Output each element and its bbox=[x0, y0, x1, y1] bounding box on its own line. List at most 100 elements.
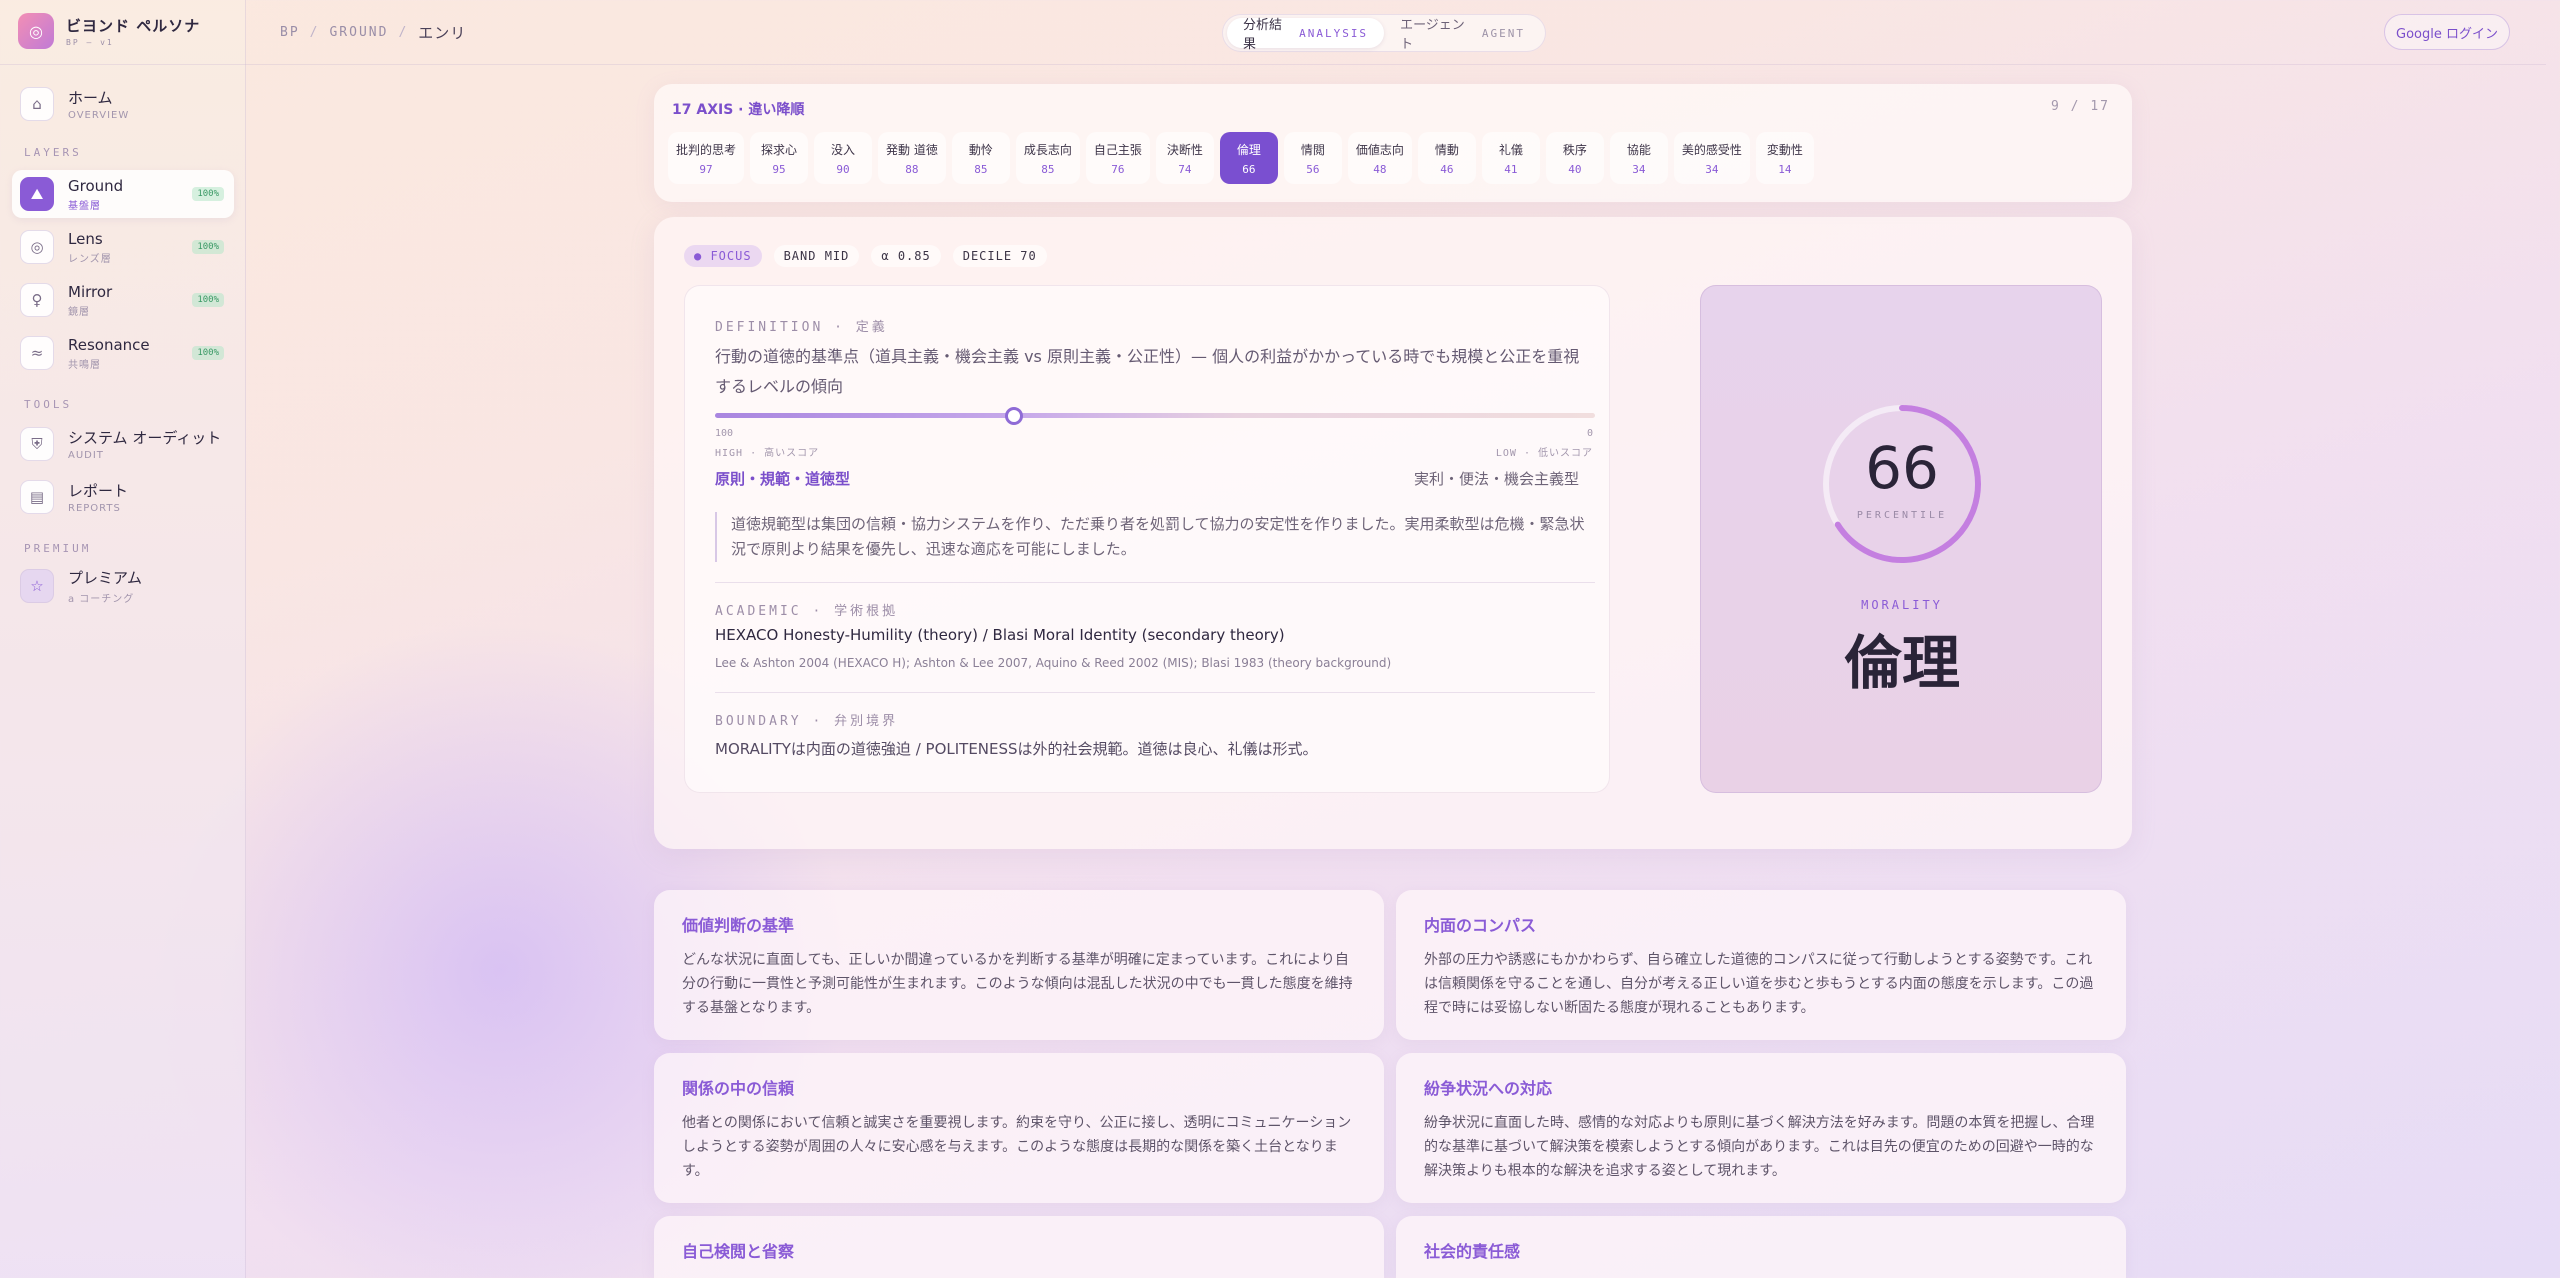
sidebar-item-lens[interactable]: ◎ Lens レンズ層 100% bbox=[12, 223, 234, 271]
academic-references: Lee & Ashton 2004 (HEXACO H); Ashton & L… bbox=[715, 656, 1392, 670]
axis-chip-label: 価値志向 bbox=[1355, 142, 1404, 157]
trait-card-title: 自己検閲と省察 bbox=[682, 1242, 795, 1261]
axis-chip-value: 34 bbox=[1632, 162, 1646, 176]
axis-chip[interactable]: 価値志向 48 bbox=[1347, 132, 1412, 184]
sidebar-item-premium[interactable]: ☆ プレミアム a コーチング bbox=[12, 562, 234, 610]
breadcrumb: BP / GROUND / エンリ bbox=[280, 22, 466, 43]
progress-badge: 100% bbox=[192, 187, 224, 201]
lens-icon: ◎ bbox=[20, 230, 54, 264]
trait-card: 内面のコンパス 外部の圧力や誘惑にもかかわらず、自ら確立した道徳的コンパスに従っ… bbox=[1396, 890, 2126, 1040]
axis-chip[interactable]: 探求心 95 bbox=[750, 132, 809, 184]
axis-chip[interactable]: 情閲 56 bbox=[1283, 132, 1342, 184]
sidebar-item-audit[interactable]: ⛨ システム オーディット AUDIT bbox=[12, 420, 234, 468]
boundary-label: BOUNDARY · 弁別境界 bbox=[715, 714, 899, 729]
target-icon: ◎ bbox=[18, 13, 54, 49]
document-icon: ▤ bbox=[20, 480, 54, 514]
axis-panel: 17 AXIS · 違い降順 9 / 17 批判的思考 97 探求心 95 没入 90 発動… bbox=[654, 84, 2132, 202]
ground-icon: ⛰ bbox=[20, 177, 54, 211]
tab-agent[interactable]: エージェント AGENT bbox=[1384, 18, 1541, 52]
axis-chip-value: 88 bbox=[905, 162, 919, 176]
low-label: LOW · 低いスコア bbox=[1495, 448, 1593, 459]
trait-card: 自己検閲と省察 bbox=[654, 1216, 1384, 1278]
sidebar-item-label: プレミアム bbox=[68, 569, 142, 587]
axis-chip[interactable]: 発動 道徳 88 bbox=[878, 132, 946, 184]
sidebar-item-label: Ground bbox=[68, 176, 124, 195]
axis-list: 批判的思考 97 探求心 95 没入 90 発動 道徳 88 動怜 85 成長志向 85 自己主張 76 決… bbox=[668, 132, 1814, 184]
sidebar-item-label: ホーム bbox=[68, 89, 113, 107]
sidebar-item-sublabel: レンズ層 bbox=[68, 253, 112, 265]
decile-tag: DECILE 70 bbox=[952, 245, 1047, 267]
academic-theory: HEXACO Honesty-Humility (theory) / Blasi… bbox=[715, 626, 1285, 644]
axis-chip-value: 74 bbox=[1178, 162, 1192, 176]
axis-chip[interactable]: 批判的思考 97 bbox=[668, 132, 745, 184]
trait-card-title: 内面のコンパス bbox=[1424, 916, 1537, 935]
axis-chip-label: 情閲 bbox=[1300, 142, 1325, 157]
sidebar: ◎ ビヨンド ペルソナ BP — v1 ⌂ ホーム OVERVIEW LAYER… bbox=[0, 0, 246, 1278]
score-card: 66 PERCENTILE MORALITY 倫理 bbox=[1700, 285, 2102, 793]
breadcrumb-layer[interactable]: GROUND bbox=[329, 25, 388, 40]
axis-chip-value: 14 bbox=[1778, 162, 1792, 176]
tab-label-en: ANALYSIS bbox=[1299, 26, 1369, 40]
brand-name: ビヨンド ペルソナ bbox=[66, 17, 201, 35]
mirror-icon: ♀ bbox=[20, 283, 54, 317]
axis-chip[interactable]: 成長志向 85 bbox=[1015, 132, 1080, 184]
axis-chip-value: 56 bbox=[1306, 162, 1320, 176]
sidebar-item-sublabel: 基盤層 bbox=[68, 200, 101, 212]
axis-chip[interactable]: 決断性 74 bbox=[1155, 132, 1214, 184]
trait-card-title: 価値判断の基準 bbox=[682, 916, 795, 935]
trait-card-title: 関係の中の信頼 bbox=[682, 1079, 795, 1098]
axis-chip-value: 41 bbox=[1504, 162, 1518, 176]
divider bbox=[715, 582, 1595, 583]
section-label-tools: TOOLS bbox=[24, 398, 73, 411]
axis-chip[interactable]: 自己主張 76 bbox=[1085, 132, 1150, 184]
axis-chip-value: 95 bbox=[772, 162, 786, 176]
shield-icon: ⛨ bbox=[20, 427, 54, 461]
breadcrumb-root[interactable]: BP bbox=[280, 25, 300, 40]
axis-chip[interactable]: 協能 34 bbox=[1609, 132, 1668, 184]
section-label-layers: LAYERS bbox=[24, 146, 82, 159]
axis-chip[interactable]: 倫理 66 bbox=[1219, 132, 1278, 184]
axis-chip[interactable]: 情動 46 bbox=[1417, 132, 1476, 184]
slider-handle[interactable] bbox=[1005, 407, 1024, 425]
trait-card-body: 紛争状況に直面した時、感情的な対応よりも原則に基づく解決方法を好みます。問題の本… bbox=[1424, 1115, 2095, 1179]
sidebar-item-sublabel: 共鳴層 bbox=[68, 359, 101, 371]
evolution-quote: 道徳規範型は集団の信頼・協力システムを作り、ただ乗り者を処罰して協力の安定性を作… bbox=[715, 512, 1595, 562]
axis-chip[interactable]: 変動性 14 bbox=[1755, 132, 1814, 184]
alpha-tag: α 0.85 bbox=[871, 245, 941, 267]
score-slider[interactable] bbox=[715, 407, 1595, 425]
sidebar-item-label: システム オーディット bbox=[68, 429, 222, 447]
axis-chip-value: 66 bbox=[1242, 162, 1256, 176]
sidebar-item-home[interactable]: ⌂ ホーム OVERVIEW bbox=[12, 80, 234, 128]
axis-chip-label: 成長志向 bbox=[1023, 142, 1072, 157]
axis-chip-label: 変動性 bbox=[1766, 142, 1803, 157]
divider bbox=[0, 64, 246, 65]
sidebar-item-sublabel: 鏡層 bbox=[68, 306, 90, 318]
axis-chip[interactable]: 秩序 40 bbox=[1545, 132, 1604, 184]
mode-switch: 分析結果 ANALYSIS エージェント AGENT bbox=[1222, 14, 1546, 52]
sidebar-item-label: レポート bbox=[68, 482, 129, 500]
brand[interactable]: ◎ ビヨンド ペルソナ BP — v1 bbox=[18, 13, 201, 49]
focus-tags: ● FOCUS BAND MID α 0.85 DECILE 70 bbox=[684, 245, 1047, 267]
tab-analysis[interactable]: 分析結果 ANALYSIS bbox=[1227, 18, 1385, 52]
trait-card: 社会的責任感 bbox=[1396, 1216, 2126, 1278]
axis-chip[interactable]: 美的感受性 34 bbox=[1673, 132, 1750, 184]
axis-chip-value: 85 bbox=[974, 162, 988, 176]
tab-label-en: AGENT bbox=[1481, 26, 1525, 40]
sidebar-item-ground[interactable]: ⛰ Ground 基盤層 100% bbox=[12, 170, 234, 218]
sidebar-item-reports[interactable]: ▤ レポート REPORTS bbox=[12, 473, 234, 521]
axis-chip-value: 46 bbox=[1440, 162, 1454, 176]
axis-chip-label: 秩序 bbox=[1562, 142, 1587, 157]
axis-chip[interactable]: 動怜 85 bbox=[951, 132, 1010, 184]
axis-counter: 9 / 17 bbox=[2051, 99, 2110, 114]
home-icon: ⌂ bbox=[20, 87, 54, 121]
sidebar-item-mirror[interactable]: ♀ Mirror 鏡層 100% bbox=[12, 276, 234, 324]
google-login-button[interactable]: Google ログイン bbox=[2384, 14, 2510, 50]
focus-tag: ● FOCUS bbox=[684, 245, 762, 267]
score-value: 66 bbox=[1865, 434, 1939, 502]
sidebar-item-resonance[interactable]: ≈ Resonance 共鳴層 100% bbox=[12, 329, 234, 377]
progress-badge: 100% bbox=[192, 293, 224, 307]
axis-chip[interactable]: 没入 90 bbox=[814, 132, 873, 184]
progress-badge: 100% bbox=[192, 346, 224, 360]
axis-chip[interactable]: 礼儀 41 bbox=[1481, 132, 1540, 184]
boundary-text: MORALITYは内面の道徳強迫 / POLITENESSは外的社会規範。道徳は… bbox=[715, 740, 1318, 758]
